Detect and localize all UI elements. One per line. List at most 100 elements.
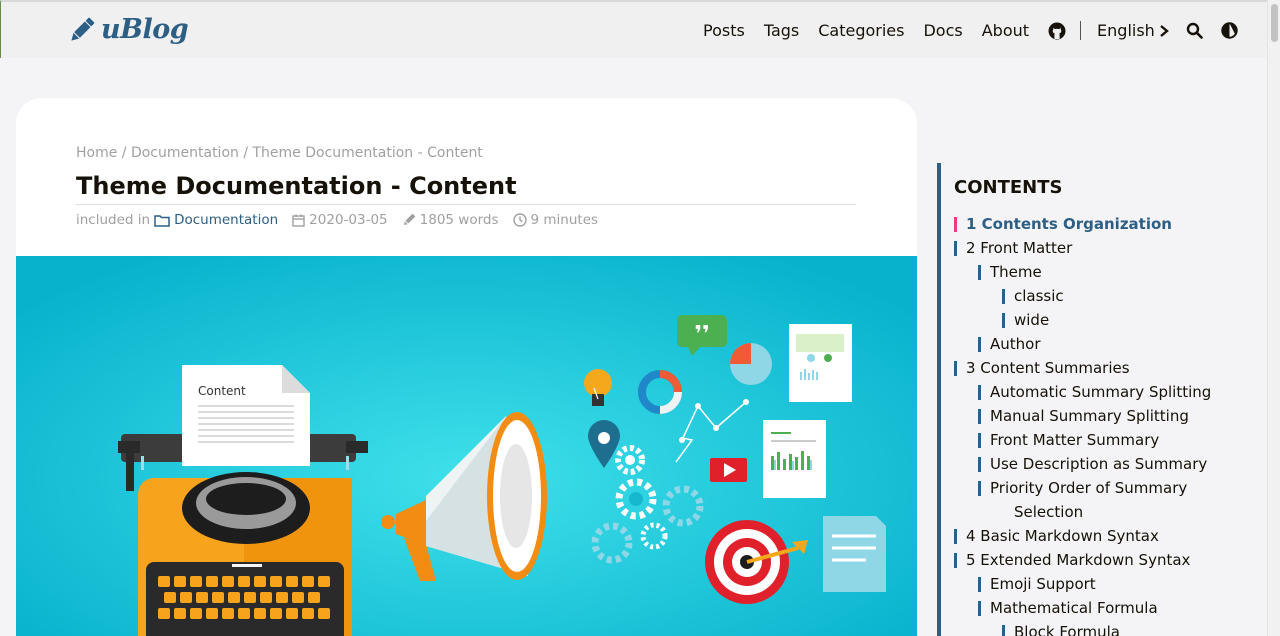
- toc-item-label: Priority Order of Summary: [990, 479, 1188, 497]
- reading-time: 9 minutes: [530, 212, 599, 228]
- scrollbar-thumb[interactable]: [1271, 4, 1278, 42]
- theme-toggle-button[interactable]: [1221, 22, 1238, 39]
- pencil-icon: [71, 17, 95, 41]
- toc-marker: [978, 336, 981, 352]
- toc-marker: [978, 480, 981, 496]
- paper-sheet: Content: [182, 365, 310, 466]
- toc-marker: [978, 264, 981, 280]
- toc-item-label: 2 Front Matter: [966, 239, 1073, 257]
- toc-item[interactable]: Selection: [978, 500, 1211, 524]
- title-divider: [76, 204, 856, 205]
- toc-item[interactable]: Author: [978, 332, 1211, 356]
- toc-item-label: Use Description as Summary: [990, 455, 1208, 473]
- toc-item[interactable]: Emoji Support: [978, 572, 1211, 596]
- nav-divider: [1080, 21, 1082, 40]
- toc-item[interactable]: Mathematical Formula: [978, 596, 1211, 620]
- toc-item[interactable]: 3 Content Summaries: [954, 356, 1211, 380]
- toc-item[interactable]: 5 Extended Markdown Syntax: [954, 548, 1211, 572]
- article-card: Home / Documentation / Theme Documentati…: [16, 98, 917, 636]
- toc-item-label: Author: [990, 335, 1041, 353]
- toc-item[interactable]: wide: [1002, 308, 1211, 332]
- toc-marker: [954, 240, 957, 256]
- site-logo[interactable]: uBlog: [67, 14, 189, 45]
- toc-item[interactable]: classic: [1002, 284, 1211, 308]
- search-icon: [1186, 22, 1203, 39]
- clock-icon: [512, 213, 527, 227]
- featured-image: Content ❜❜: [16, 256, 917, 636]
- toc-marker: [978, 456, 981, 472]
- toc-item[interactable]: 4 Basic Markdown Syntax: [954, 524, 1211, 548]
- toc-item-label: 4 Basic Markdown Syntax: [966, 527, 1159, 545]
- top-navbar: uBlog Posts Tags Categories Docs About E…: [0, 0, 1280, 58]
- toc-item-label: 1 Contents Organization: [966, 215, 1172, 233]
- toc-item[interactable]: 2 Front Matter: [954, 236, 1211, 260]
- toc-item-label: Theme: [990, 263, 1042, 281]
- breadcrumb[interactable]: Home / Documentation / Theme Documentati…: [76, 145, 483, 161]
- toc-item[interactable]: 1 Contents Organization: [954, 212, 1211, 236]
- toc-item-label: 3 Content Summaries: [966, 359, 1130, 377]
- search-button[interactable]: [1186, 22, 1203, 39]
- toc-item-label: Manual Summary Splitting: [990, 407, 1189, 425]
- toc-title: CONTENTS: [954, 177, 1063, 198]
- language-label: English: [1097, 21, 1155, 40]
- toc-item-label: Mathematical Formula: [990, 599, 1158, 617]
- included-in-label: included in: [76, 212, 151, 228]
- folder-icon: [154, 214, 170, 227]
- nav-tags[interactable]: Tags: [764, 21, 799, 40]
- toc-item[interactable]: Use Description as Summary: [978, 452, 1211, 476]
- category-link[interactable]: Documentation: [174, 212, 278, 228]
- chevron-right-icon: [1160, 24, 1169, 37]
- toc-item-label: Front Matter Summary: [990, 431, 1160, 449]
- post-meta: included in Documentation 2020-03-05 180…: [76, 212, 612, 228]
- toc-marker: [1002, 288, 1005, 304]
- toc-list: 1 Contents Organization 2 Front Matter The…: [954, 212, 1211, 636]
- github-icon: [1048, 22, 1066, 39]
- site-title: uBlog: [101, 14, 189, 45]
- github-link[interactable]: [1048, 22, 1066, 40]
- page-scrollbar[interactable]: [1267, 0, 1280, 636]
- toc-marker: [978, 432, 981, 448]
- toc-item-label: Block Formula: [1014, 623, 1120, 636]
- toc-item[interactable]: Manual Summary Splitting: [978, 404, 1211, 428]
- toc-item-label: Emoji Support: [990, 575, 1096, 593]
- toc-marker: [1002, 312, 1005, 328]
- nav-docs[interactable]: Docs: [923, 21, 962, 40]
- svg-text:❜❜: ❜❜: [694, 322, 709, 347]
- toc-item[interactable]: Front Matter Summary: [978, 428, 1211, 452]
- meta-words: 1805 words: [402, 212, 499, 228]
- toc-item[interactable]: Theme: [978, 260, 1211, 284]
- toc-marker: [1002, 624, 1005, 636]
- toc-item[interactable]: Block Formula: [1002, 620, 1211, 636]
- meta-reading-time: 9 minutes: [512, 212, 599, 228]
- nav-about[interactable]: About: [982, 21, 1029, 40]
- calendar-icon: [292, 214, 305, 227]
- toc-marker: [954, 528, 957, 544]
- toc-item[interactable]: Automatic Summary Splitting: [978, 380, 1211, 404]
- toc-marker: [954, 360, 957, 376]
- toc-marker: [978, 408, 981, 424]
- toc-marker: [978, 384, 981, 400]
- paper-label: Content: [198, 384, 246, 398]
- theme-toggle-icon: [1221, 22, 1238, 39]
- word-count: 1805 words: [419, 212, 499, 228]
- toc-item-label: 5 Extended Markdown Syntax: [966, 551, 1191, 569]
- main-nav: Posts Tags Categories Docs About English: [703, 21, 1238, 40]
- meta-date: 2020-03-05: [292, 212, 388, 228]
- nav-categories[interactable]: Categories: [818, 21, 904, 40]
- table-of-contents: CONTENTS 1 Contents Organization 2 Front …: [937, 163, 1267, 636]
- post-date: 2020-03-05: [309, 212, 388, 228]
- toc-item-label: wide: [1014, 311, 1050, 329]
- toc-marker: [978, 576, 981, 592]
- toc-item-label: Automatic Summary Splitting: [990, 383, 1212, 401]
- toc-marker: [954, 552, 957, 568]
- nav-posts[interactable]: Posts: [703, 21, 745, 40]
- toc-item-label: Selection: [1014, 503, 1084, 521]
- toc-item[interactable]: Priority Order of Summary: [978, 476, 1211, 500]
- language-switcher[interactable]: English: [1097, 21, 1170, 40]
- page-title: Theme Documentation - Content: [76, 172, 517, 200]
- toc-marker: [978, 600, 981, 616]
- toc-marker: [954, 216, 957, 232]
- pencil-icon: [403, 213, 416, 225]
- toc-item-label: classic: [1014, 287, 1064, 305]
- meta-category: included in Documentation: [76, 212, 278, 228]
